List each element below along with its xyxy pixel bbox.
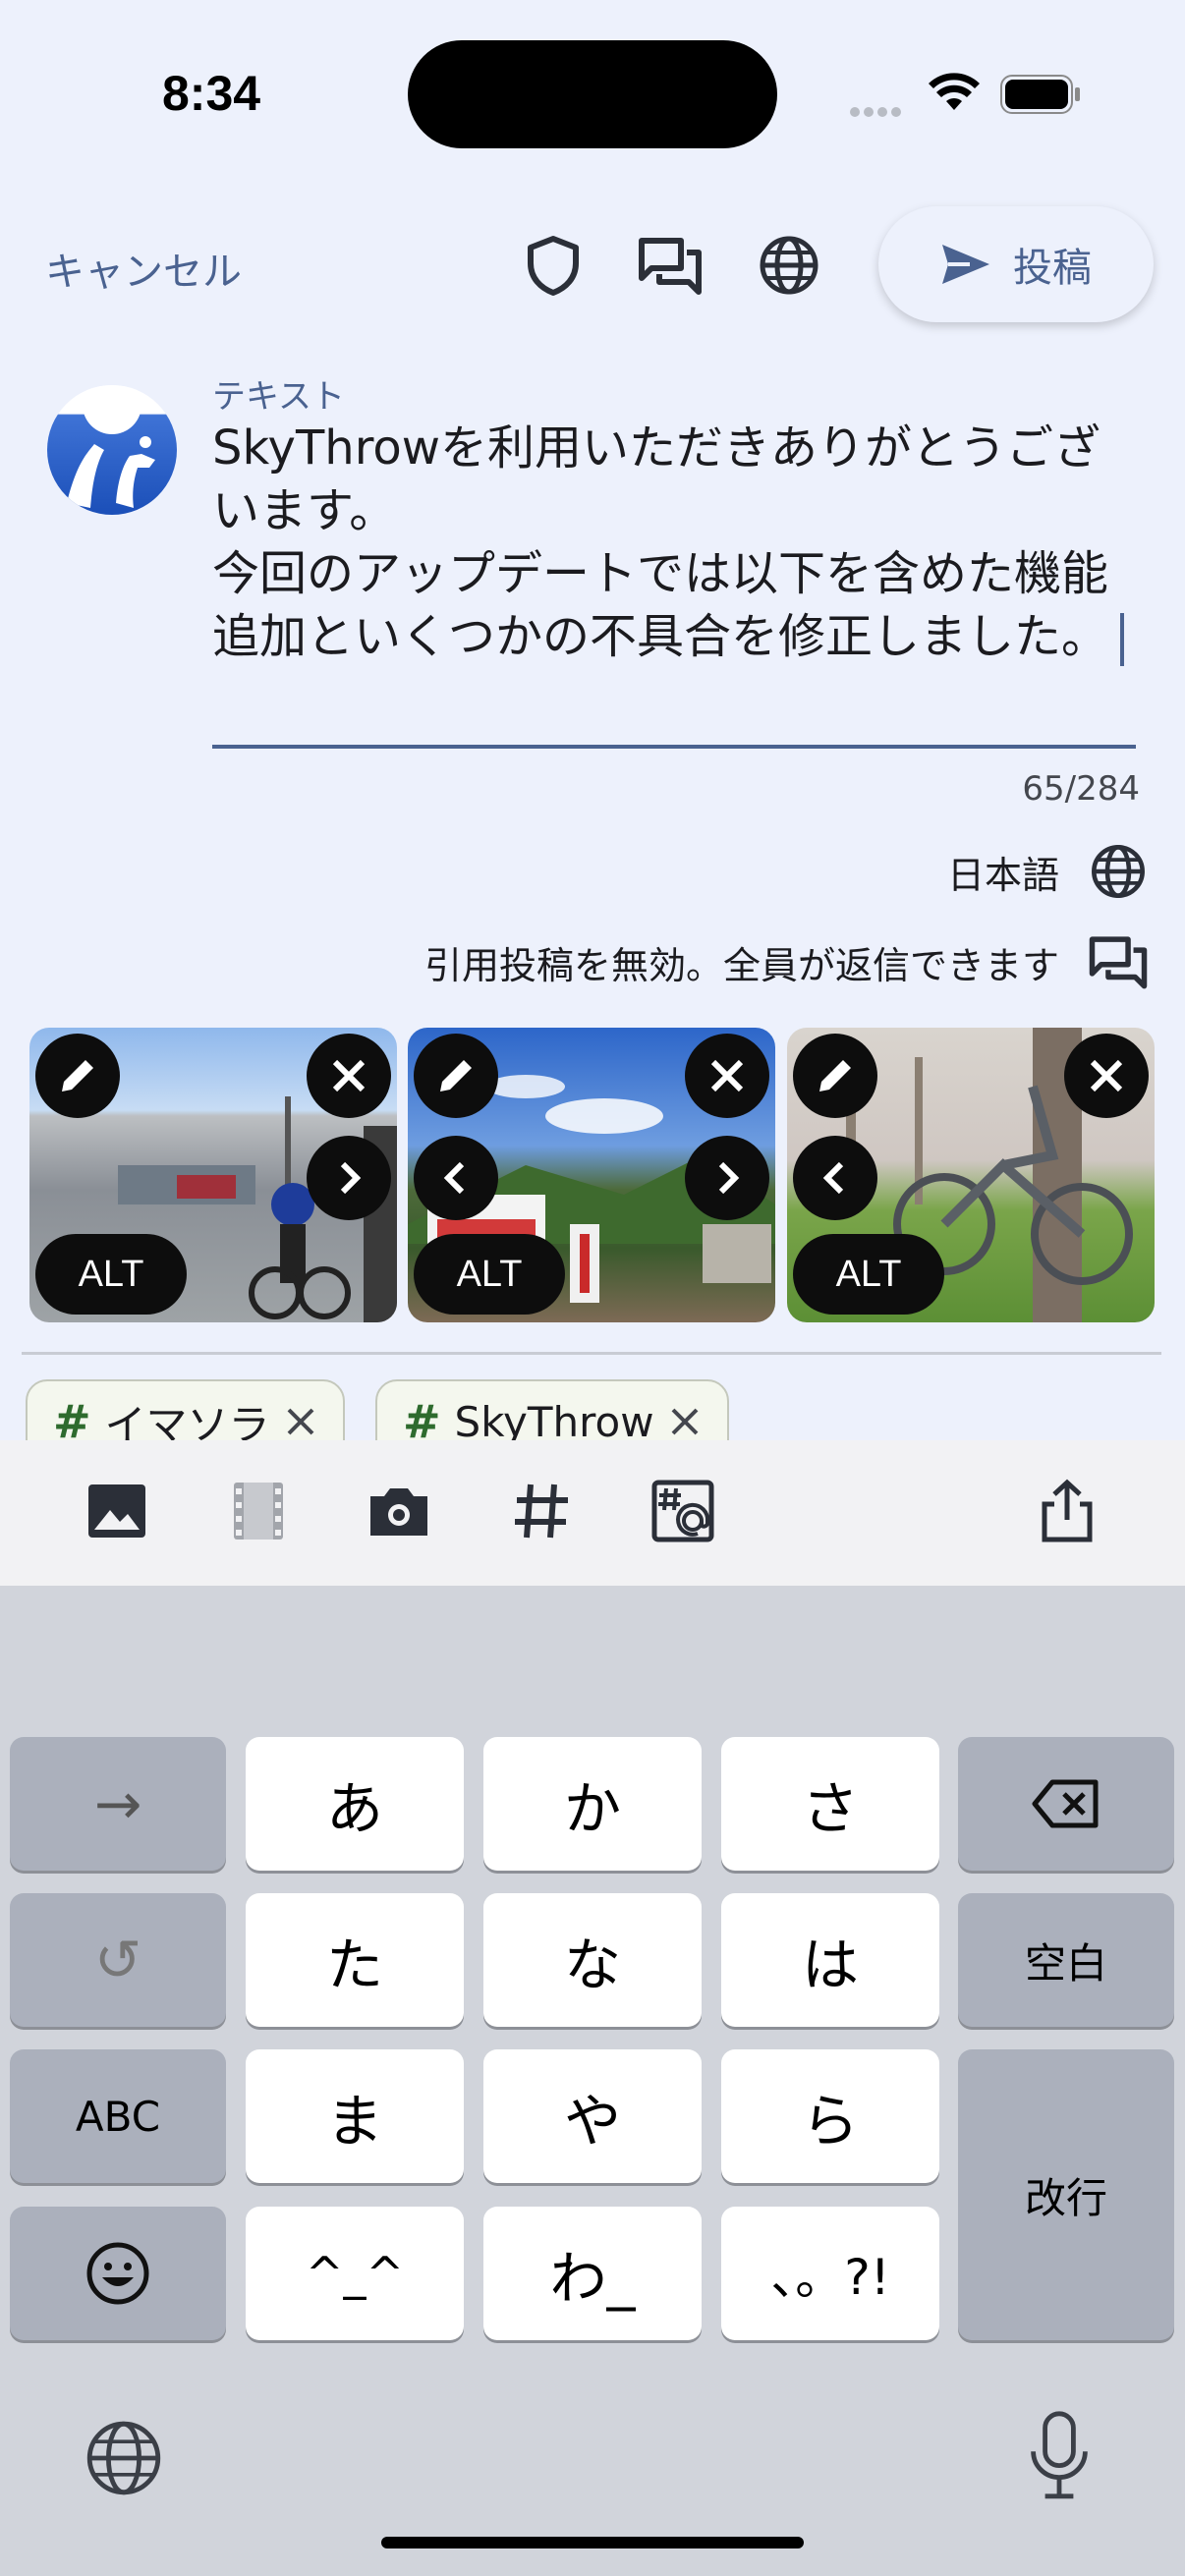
key-space[interactable]: 空白 (958, 1893, 1174, 2027)
key-ta[interactable]: た (246, 1893, 464, 2027)
image-icon[interactable] (83, 1477, 151, 1545)
alt-text-button[interactable]: ALT (793, 1234, 944, 1315)
alt-text-button[interactable]: ALT (35, 1234, 187, 1315)
character-counter: 65/284 (1022, 769, 1140, 809)
edit-image-button[interactable] (414, 1034, 498, 1118)
wifi-icon (929, 73, 980, 110)
image-thumbnail[interactable]: ALT (408, 1028, 775, 1322)
chevron-right-icon (718, 1161, 740, 1195)
share-icon[interactable] (1033, 1477, 1101, 1545)
move-prev-button[interactable] (793, 1136, 877, 1220)
globe-icon[interactable] (83, 2417, 165, 2499)
key-ra[interactable]: ら (721, 2049, 939, 2183)
key-emoji[interactable] (10, 2207, 226, 2340)
key-ka[interactable]: か (483, 1737, 702, 1871)
battery-icon (1000, 75, 1080, 114)
shield-icon[interactable] (519, 231, 588, 300)
divider (22, 1352, 1161, 1355)
post-text: SkyThrowを利用いただきありがとうございます。 今回のアップデートでは以下… (212, 420, 1109, 664)
camera-icon[interactable] (365, 1477, 433, 1545)
signal-dots-icon (850, 102, 909, 117)
image-thumbnail[interactable]: ALT (787, 1028, 1155, 1322)
alt-text-button[interactable]: ALT (414, 1234, 565, 1315)
reply-setting-selector[interactable]: 引用投稿を無効。全員が返信できます (197, 930, 1150, 993)
microphone-icon[interactable] (1022, 2409, 1097, 2503)
avatar (47, 385, 177, 515)
status-time: 8:34 (162, 66, 261, 121)
hashtag-icon[interactable] (507, 1477, 576, 1545)
remove-image-button[interactable] (685, 1034, 769, 1118)
key-ma[interactable]: ま (246, 2049, 464, 2183)
close-icon[interactable] (284, 1405, 317, 1438)
key-punctuation[interactable]: 、。?! (721, 2207, 939, 2340)
key-delete[interactable] (958, 1737, 1174, 1871)
post-button-label: 投稿 (1013, 246, 1092, 291)
hashtag-label: SkyThrow (454, 1397, 654, 1446)
key-ha[interactable]: は (721, 1893, 939, 2027)
text-caret (1120, 613, 1125, 666)
key-ya[interactable]: や (483, 2049, 702, 2183)
edit-image-button[interactable] (35, 1034, 120, 1118)
remove-image-button[interactable] (1064, 1034, 1149, 1118)
emoji-icon (86, 2242, 149, 2305)
pencil-icon (62, 1060, 93, 1092)
language-selector[interactable]: 日本語 (590, 840, 1150, 903)
key-wa[interactable]: わ_ (483, 2207, 702, 2340)
video-icon[interactable] (224, 1477, 293, 1545)
key-abc[interactable]: ABC (10, 2049, 226, 2183)
close-icon (332, 1059, 366, 1092)
close-icon[interactable] (668, 1405, 702, 1438)
text-field-label: テキスト (212, 377, 345, 417)
remove-image-button[interactable] (307, 1034, 391, 1118)
post-button[interactable]: 投稿 (878, 206, 1154, 322)
chevron-left-icon (822, 1161, 844, 1195)
globe-icon[interactable] (755, 231, 823, 300)
reply-setting-label: 引用投稿を無効。全員が返信できます (423, 943, 1059, 987)
key-next-arrow[interactable]: → (10, 1737, 226, 1871)
pencil-icon (819, 1060, 851, 1092)
cancel-button[interactable]: キャンセル (45, 240, 242, 297)
close-icon (1090, 1059, 1123, 1092)
pencil-icon (440, 1060, 472, 1092)
key-a[interactable]: あ (246, 1737, 464, 1871)
edit-image-button[interactable] (793, 1034, 877, 1118)
globe-icon (1092, 845, 1145, 898)
key-undo[interactable]: ↺ (10, 1893, 226, 2027)
key-kaomoji[interactable]: ^_^ (246, 2207, 464, 2340)
key-na[interactable]: な (483, 1893, 702, 2027)
reply-settings-icon[interactable] (636, 231, 705, 300)
send-icon (942, 245, 989, 284)
move-next-button[interactable] (307, 1136, 391, 1220)
image-thumbnail[interactable]: ALT (29, 1028, 397, 1322)
key-sa[interactable]: さ (721, 1737, 939, 1871)
home-indicator[interactable] (381, 2537, 804, 2548)
compose-toolbar (0, 1440, 1185, 1586)
hashtag-mention-icon[interactable] (649, 1477, 717, 1545)
key-return[interactable]: 改行 (958, 2049, 1174, 2340)
reply-settings-icon (1089, 936, 1148, 989)
move-prev-button[interactable] (414, 1136, 498, 1220)
dynamic-island (408, 40, 777, 148)
text-field-underline (212, 745, 1136, 749)
chevron-left-icon (443, 1161, 465, 1195)
post-text-input[interactable]: SkyThrowを利用いただきありがとうございます。 今回のアップデートでは以下… (212, 417, 1136, 668)
language-label: 日本語 (946, 853, 1059, 897)
chevron-right-icon (340, 1161, 362, 1195)
move-next-button[interactable] (685, 1136, 769, 1220)
delete-icon (1032, 1779, 1099, 1828)
close-icon (710, 1059, 744, 1092)
